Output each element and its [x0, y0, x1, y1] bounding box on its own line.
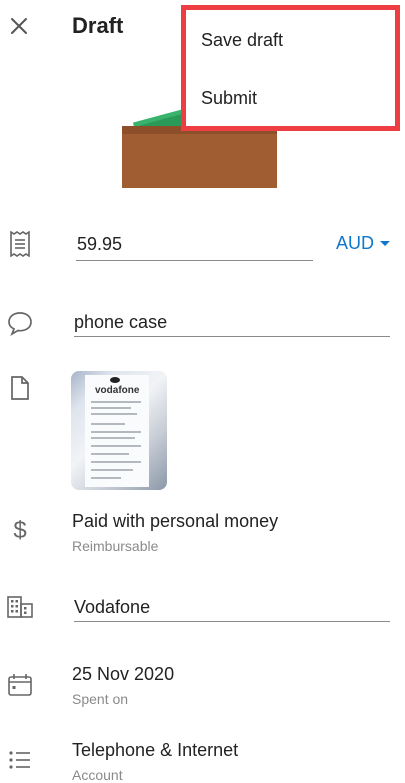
- receipt-icon: [5, 229, 35, 259]
- calendar-icon: [5, 670, 35, 700]
- payment-method[interactable]: Paid with personal money Reimbursable: [72, 511, 278, 554]
- payment-label: Paid with personal money: [72, 511, 279, 531]
- receipt-thumbnail[interactable]: vodafone: [71, 371, 167, 490]
- merchant-input[interactable]: Vodafone: [74, 597, 150, 618]
- receipt-paper: vodafone: [85, 375, 149, 487]
- menu-item-save-draft[interactable]: Save draft: [201, 30, 283, 51]
- receipt-brand: vodafone: [95, 385, 140, 396]
- payment-sub: Reimbursable: [72, 538, 159, 554]
- overflow-menu: Save draft Submit: [181, 5, 400, 131]
- amount-underline: [76, 260, 313, 261]
- description-input[interactable]: phone case: [74, 312, 167, 333]
- amount-input[interactable]: 59.95: [77, 234, 122, 255]
- description-underline: [74, 336, 390, 337]
- account-field[interactable]: Telephone & Internet Account: [72, 740, 238, 783]
- page-title: Draft: [72, 13, 124, 38]
- comment-icon: [5, 308, 35, 338]
- vodafone-logo-icon: [110, 377, 120, 383]
- account-sub: Account: [72, 767, 123, 783]
- list-icon: [5, 745, 35, 775]
- date-value: 25 Nov 2020: [72, 664, 175, 684]
- date-sub: Spent on: [72, 691, 129, 707]
- close-button[interactable]: [4, 8, 34, 44]
- currency-select[interactable]: AUD: [336, 233, 391, 254]
- document-icon: [5, 373, 35, 403]
- date-field[interactable]: 25 Nov 2020 Spent on: [72, 664, 174, 707]
- currency-label: AUD: [336, 233, 375, 253]
- dollar-icon: $: [13, 517, 27, 544]
- menu-item-submit[interactable]: Submit: [201, 88, 257, 109]
- building-icon: [5, 592, 35, 622]
- merchant-underline: [74, 621, 390, 622]
- close-icon: [11, 18, 27, 34]
- chevron-down-icon: [380, 241, 391, 246]
- account-value: Telephone & Internet: [72, 740, 239, 760]
